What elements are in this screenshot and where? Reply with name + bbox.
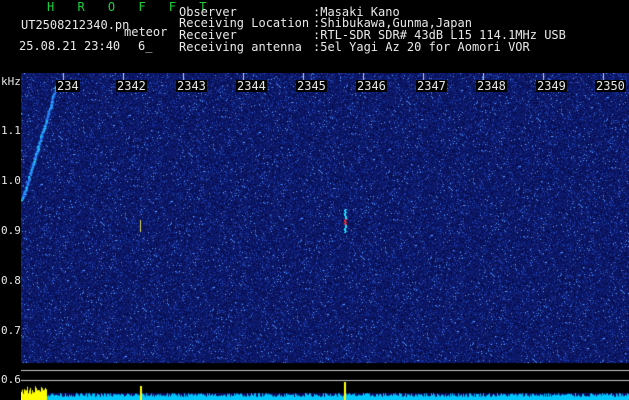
- y-tick-1-0: 1.0: [1, 174, 21, 187]
- x-tick-0: 234: [56, 79, 80, 93]
- x-tick-1: 2342: [116, 79, 147, 93]
- x-tick-3: 2344: [236, 79, 267, 93]
- event-count: 6_: [138, 39, 153, 53]
- date-time: 25.08.21 23:40: [19, 39, 121, 53]
- spectrogram-plot: [21, 73, 629, 400]
- spectrogram-canvas: [21, 73, 629, 400]
- filename: UT2508212340.pn: [21, 18, 130, 32]
- x-tick-4: 2345: [296, 79, 327, 93]
- y-tick-0-8: 0.8: [1, 274, 21, 287]
- x-tick-2: 2343: [176, 79, 207, 93]
- x-tick-5: 2346: [356, 79, 387, 93]
- event-type: meteor: [124, 25, 168, 39]
- y-tick-0-6: 0.6: [1, 373, 21, 386]
- y-axis-unit: kHz: [1, 75, 21, 88]
- antenna-label: Receiving antenna: [179, 40, 302, 54]
- y-tick-0-7: 0.7: [1, 324, 21, 337]
- y-tick-0-9: 0.9: [1, 224, 21, 237]
- x-tick-9: 2350: [595, 79, 626, 93]
- x-tick-7: 2348: [476, 79, 507, 93]
- x-tick-6: 2347: [416, 79, 447, 93]
- header: H R O F F T UT2508212340.pn meteor 25.08…: [0, 0, 629, 73]
- antenna-value: :5el Yagi Az 20 for Aomori VOR: [313, 40, 530, 54]
- y-tick-1-1: 1.1: [1, 124, 21, 137]
- x-tick-8: 2349: [536, 79, 567, 93]
